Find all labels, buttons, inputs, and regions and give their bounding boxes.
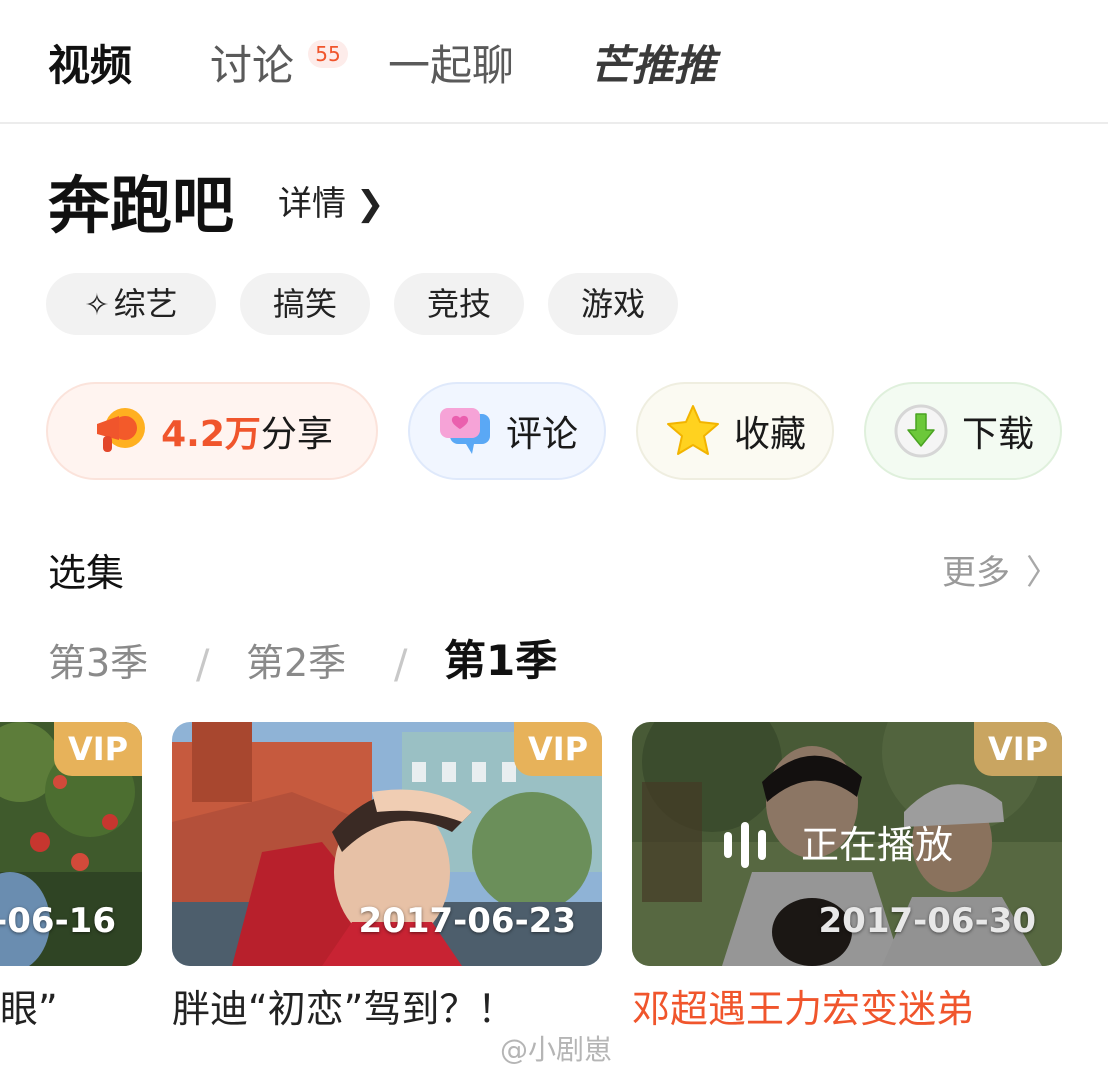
season-1-tab[interactable]: 第1季 (444, 636, 557, 686)
download-button[interactable]: 下载 (864, 382, 1062, 480)
details-label: 详情 (278, 184, 346, 224)
episode-caption: 胖迪“初恋”驾到？！ (172, 987, 516, 1031)
share-count: 4.2万 (161, 414, 261, 455)
season-2-tab[interactable]: 第2季 (246, 638, 346, 688)
show-title: 奔跑吧 (48, 169, 235, 242)
share-button[interactable]: 4.2万 分享 (46, 382, 378, 480)
details-link[interactable]: 详情 ❯ (278, 182, 385, 226)
tag-label: 综艺 (113, 285, 178, 323)
episode-date: 2017-06-23 (358, 901, 576, 941)
episode-date: 2017-06-30 (818, 901, 1036, 941)
tab-video[interactable]: 视频 (48, 38, 132, 94)
season-separator: / (394, 642, 408, 688)
vip-badge: VIP (974, 722, 1062, 776)
favorite-label: 收藏 (733, 414, 806, 455)
tag-competition[interactable]: 竞技 (394, 273, 524, 335)
more-episodes-link[interactable]: 更多〉 (942, 550, 1060, 596)
tab-chat-together[interactable]: 一起聊 (388, 38, 514, 94)
episode-card-now-playing[interactable]: VIP 正在播放 2017-06-30 (632, 722, 1062, 966)
tag-comedy[interactable]: 搞笑 (240, 273, 370, 335)
discussion-count-badge: 55 (308, 40, 348, 68)
weibo-watermark: @小剧崽 (500, 1033, 613, 1066)
download-icon (892, 402, 950, 460)
chat-bubble-icon (436, 402, 494, 460)
now-playing-indicator: 正在播放 (724, 820, 953, 870)
chevron-right-icon: 〉 (1026, 553, 1060, 593)
tab-discussion[interactable]: 讨论 (210, 38, 294, 94)
episode-date: 7-06-16 (0, 901, 116, 941)
tag-games[interactable]: 游戏 (548, 273, 678, 335)
episode-caption: 邓超遇王力宏变迷弟 (632, 987, 975, 1031)
comment-button[interactable]: 评论 (408, 382, 606, 480)
vip-badge: VIP (514, 722, 602, 776)
share-label: 分享 (260, 414, 333, 455)
episodes-section-title: 选集 (48, 551, 125, 595)
megaphone-icon (91, 402, 149, 460)
chevron-right-icon: ❯ (356, 184, 385, 224)
star-icon (664, 402, 722, 460)
tab-mango-recommend[interactable]: 芒推推 (590, 38, 716, 94)
download-label: 下载 (961, 414, 1034, 455)
episode-card[interactable]: VIP 7-06-16 (0, 722, 142, 966)
sparkle-icon: ✧ (84, 288, 110, 323)
top-tab-bar: 视频 讨论 55 一起聊 芒推推 (0, 0, 1108, 124)
favorite-button[interactable]: 收藏 (636, 382, 834, 480)
now-playing-label: 正在播放 (801, 823, 954, 867)
season-separator: / (196, 642, 210, 688)
vip-badge: VIP (54, 722, 142, 776)
comment-label: 评论 (505, 414, 578, 455)
episode-card[interactable]: VIP 2017-06-23 (172, 722, 602, 966)
more-label: 更多 (942, 553, 1010, 593)
tag-variety[interactable]: ✧ 综艺 (46, 273, 216, 335)
episode-caption: 眼” (0, 987, 58, 1031)
audio-bars-icon (724, 822, 775, 868)
season-3-tab[interactable]: 第3季 (48, 638, 148, 688)
